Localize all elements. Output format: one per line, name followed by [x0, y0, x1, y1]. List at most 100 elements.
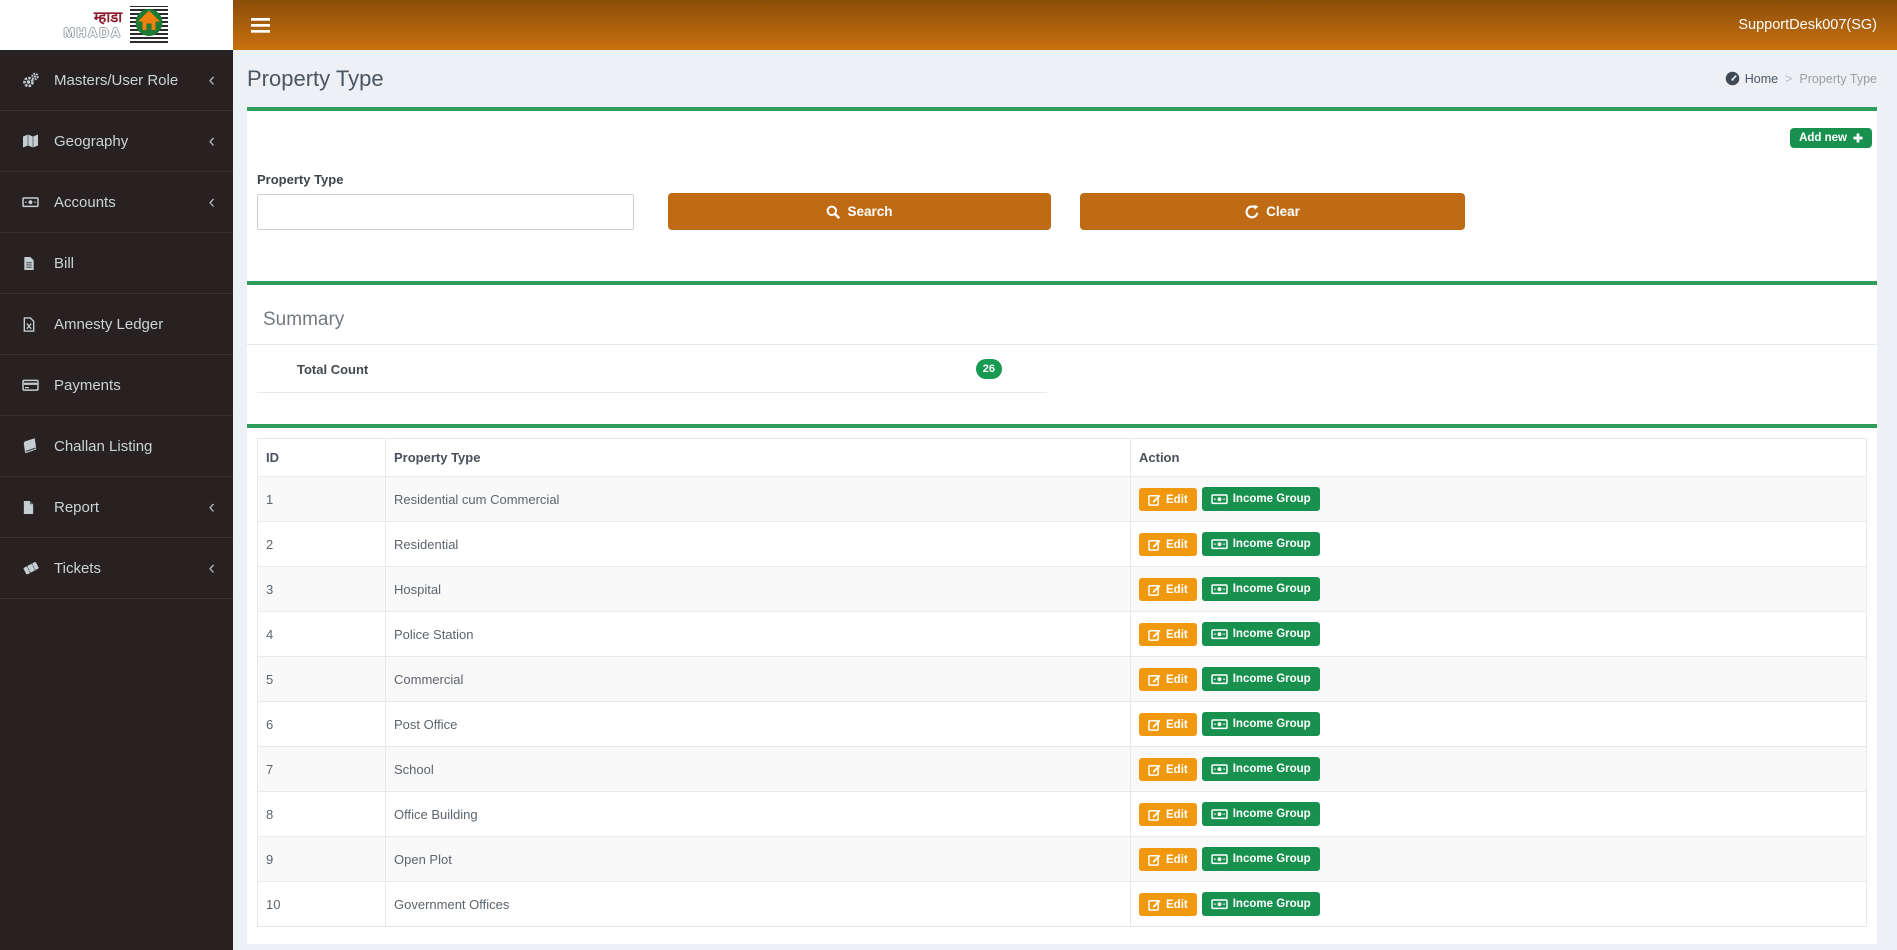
ticket-icon [22, 560, 44, 576]
money-icon [1211, 897, 1228, 911]
money-icon [1211, 852, 1228, 866]
income-group-button[interactable]: Income Group [1202, 577, 1320, 601]
money-icon [1211, 807, 1228, 821]
edit-button[interactable]: Edit [1139, 758, 1197, 781]
breadcrumb: Home > Property Type [1725, 71, 1877, 86]
income-group-button[interactable]: Income Group [1202, 712, 1320, 736]
toolbar-row: Add new [257, 128, 1872, 148]
cell-property-type: Post Office [386, 702, 1131, 747]
cell-id: 9 [258, 837, 386, 882]
table-row: 7SchoolEditIncome Group [258, 747, 1867, 792]
cell-id: 10 [258, 882, 386, 927]
cell-action: Edit Income Group [1131, 477, 1867, 522]
edit-button[interactable]: Edit [1139, 533, 1197, 556]
income-group-button[interactable]: Income Group [1202, 622, 1320, 646]
income-group-button[interactable]: Income Group [1202, 892, 1320, 916]
edit-button-label: Edit [1166, 494, 1188, 506]
sidebar-item-amnesty-ledger[interactable]: Amnesty Ledger [0, 294, 233, 355]
table-row: 3HospitalEditIncome Group [258, 567, 1867, 612]
app-logo[interactable]: म्हाडा MHADA [0, 0, 233, 50]
income-group-button[interactable]: Income Group [1202, 802, 1320, 826]
sidebar-item-challan-listing[interactable]: Challan Listing [0, 416, 233, 477]
column-header-id: ID [258, 439, 386, 477]
edit-button[interactable]: Edit [1139, 848, 1197, 871]
logo-title-devanagari: म्हाडा [64, 10, 122, 26]
sidebar-item-accounts[interactable]: Accounts‹ [0, 172, 233, 233]
income-group-button-label: Income Group [1233, 673, 1311, 685]
property-type-table: ID Property Type Action 1Residential cum… [257, 438, 1867, 927]
money-icon [1211, 762, 1228, 776]
search-panel: Add new Property Type Search [247, 107, 1877, 281]
table-row: 1Residential cum CommercialEditIncome Gr… [258, 477, 1867, 522]
edit-button-label: Edit [1166, 854, 1188, 866]
edit-icon [1148, 493, 1161, 506]
edit-button-label: Edit [1166, 719, 1188, 731]
income-group-button[interactable]: Income Group [1202, 847, 1320, 871]
table-row: 2ResidentialEditIncome Group [258, 522, 1867, 567]
user-menu[interactable]: SupportDesk007(SG) [1738, 17, 1877, 33]
cell-action: Edit Income Group [1131, 837, 1867, 882]
sidebar-item-label: Amnesty Ledger [54, 316, 163, 333]
search-button[interactable]: Search [668, 193, 1051, 230]
income-group-button-label: Income Group [1233, 628, 1311, 640]
cell-property-type: Hospital [386, 567, 1131, 612]
edit-button[interactable]: Edit [1139, 488, 1197, 511]
sidebar-item-masters-user-role[interactable]: Masters/User Role‹ [0, 50, 233, 111]
plus-icon [1853, 133, 1863, 143]
refresh-icon [1245, 205, 1259, 219]
summary-panel: Summary Total Count 26 [247, 281, 1877, 424]
sidebar-item-report[interactable]: Report ‹ [0, 477, 233, 538]
money-icon [1211, 492, 1228, 506]
sidebar-item-bill[interactable]: Bill [0, 233, 233, 294]
edit-button-label: Edit [1166, 674, 1188, 686]
chevron-left-icon: ‹ [209, 498, 215, 517]
cell-id: 5 [258, 657, 386, 702]
sidebar-item-label: Payments [54, 377, 121, 394]
property-type-input[interactable] [257, 194, 634, 230]
sidebar-item-geography[interactable]: Geography‹ [0, 111, 233, 172]
logo-text: म्हाडा MHADA [64, 10, 122, 39]
sidebar-item-tickets[interactable]: Tickets‹ [0, 538, 233, 599]
cell-property-type: Open Plot [386, 837, 1131, 882]
income-group-button[interactable]: Income Group [1202, 757, 1320, 781]
search-icon [826, 205, 840, 219]
edit-button[interactable]: Edit [1139, 578, 1197, 601]
table-row: 6Post OfficeEditIncome Group [258, 702, 1867, 747]
edit-button[interactable]: Edit [1139, 668, 1197, 691]
column-header-action: Action [1131, 439, 1867, 477]
income-group-button[interactable]: Income Group [1202, 532, 1320, 556]
cell-id: 2 [258, 522, 386, 567]
edit-icon [1148, 763, 1161, 776]
cell-id: 4 [258, 612, 386, 657]
edit-button-label: Edit [1166, 629, 1188, 641]
page-title: Property Type [247, 66, 384, 92]
sidebar-item-payments[interactable]: Payments [0, 355, 233, 416]
chevron-left-icon: ‹ [209, 559, 215, 578]
edit-button[interactable]: Edit [1139, 803, 1197, 826]
income-group-button[interactable]: Income Group [1202, 487, 1320, 511]
cell-action: Edit Income Group [1131, 702, 1867, 747]
income-group-button[interactable]: Income Group [1202, 667, 1320, 691]
breadcrumb-home-link[interactable]: Home [1725, 71, 1778, 86]
sidebar-item-label: Report [54, 499, 99, 516]
listing-panel: ID Property Type Action 1Residential cum… [247, 424, 1877, 944]
sidebar-item-label: Challan Listing [54, 438, 152, 455]
cell-action: Edit Income Group [1131, 567, 1867, 612]
clear-button[interactable]: Clear [1080, 193, 1465, 230]
edit-button[interactable]: Edit [1139, 893, 1197, 916]
edit-icon [1148, 898, 1161, 911]
add-new-button-label: Add new [1799, 132, 1847, 144]
money-icon [1211, 627, 1228, 641]
breadcrumb-separator: > [1785, 72, 1792, 86]
cell-id: 8 [258, 792, 386, 837]
table-header-row: ID Property Type Action [258, 439, 1867, 477]
edit-icon [1148, 853, 1161, 866]
edit-button[interactable]: Edit [1139, 623, 1197, 646]
sidebar-nav: Masters/User Role‹Geography‹Accounts‹Bil… [0, 50, 233, 599]
add-new-button[interactable]: Add new [1790, 128, 1872, 148]
edit-button[interactable]: Edit [1139, 713, 1197, 736]
cell-id: 7 [258, 747, 386, 792]
hamburger-icon[interactable] [251, 18, 270, 33]
sidebar: म्हाडा MHADA Masters/User Role‹Geography… [0, 0, 233, 950]
income-group-button-label: Income Group [1233, 583, 1311, 595]
